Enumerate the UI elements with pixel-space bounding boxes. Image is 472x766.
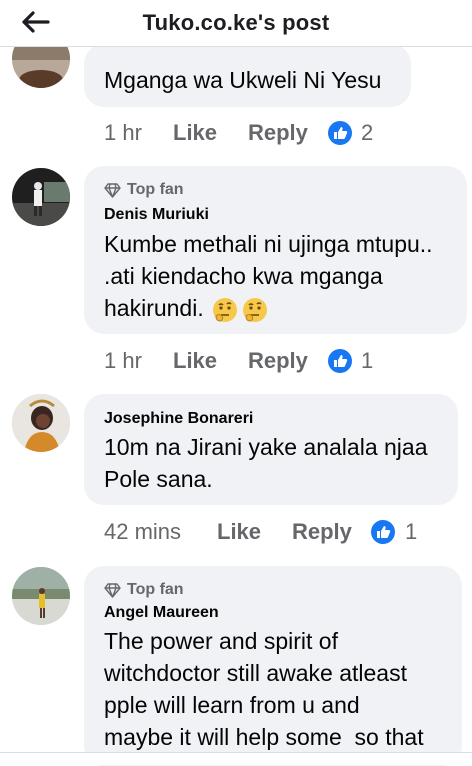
reply-button[interactable]: Reply [248, 120, 308, 146]
badge-label: Top fan [127, 581, 184, 598]
comment-text: The power and spirit of witchdoctor stil… [104, 628, 424, 750]
top-fan-badge: Top fan [104, 581, 184, 599]
top-fan-badge: Top fan [104, 181, 184, 199]
diamond-icon [104, 582, 121, 598]
like-reaction-icon[interactable] [328, 349, 352, 373]
reply-button[interactable]: Reply [248, 348, 308, 374]
reply-button[interactable]: Reply [292, 519, 352, 545]
reaction-count: 1 [405, 519, 418, 544]
like-reaction-icon[interactable] [328, 121, 352, 145]
comment-time[interactable]: 1 hr [104, 348, 142, 374]
thinking-emoji-icon [243, 298, 267, 322]
page-title: Tuko.co.ke's post [142, 10, 330, 35]
like-reaction-icon[interactable] [371, 520, 395, 544]
reaction-count: 1 [361, 348, 374, 373]
comment-time[interactable]: 1 hr [104, 120, 142, 146]
comment-author[interactable]: Angel Maureen [104, 604, 219, 622]
comment-bubble: Top fan Denis Muriuki Kumbe methali ni u… [84, 166, 467, 334]
comment-bubble: Top fan Angel Maureen The power and spir… [84, 566, 462, 766]
thinking-emoji-icon [213, 298, 237, 322]
like-button[interactable]: Like [173, 120, 217, 146]
badge-label: Top fan [127, 181, 184, 198]
comment-author[interactable]: Denis Muriuki [104, 206, 209, 224]
avatar[interactable] [12, 567, 70, 625]
diamond-icon [104, 182, 121, 198]
reaction-count: 2 [361, 120, 374, 145]
comment-bubble: Josephine Bonareri 10m na Jirani yake an… [84, 394, 458, 505]
comment-text: Mganga wa Ukweli Ni Yesu [104, 67, 382, 93]
comment-author[interactable]: Josephine Bonareri [104, 410, 253, 428]
like-button[interactable]: Like [217, 519, 261, 545]
comment-time[interactable]: 42 mins [104, 519, 181, 545]
avatar[interactable] [12, 394, 70, 452]
comment-text: 10m na Jirani yake analala njaa Pole san… [104, 434, 428, 492]
post-header: Tuko.co.ke's post [0, 0, 472, 47]
avatar[interactable] [12, 168, 70, 226]
bottom-divider [0, 752, 472, 765]
like-button[interactable]: Like [173, 348, 217, 374]
comment-bubble: Mganga wa Ukweli Ni Yesu [84, 44, 411, 107]
